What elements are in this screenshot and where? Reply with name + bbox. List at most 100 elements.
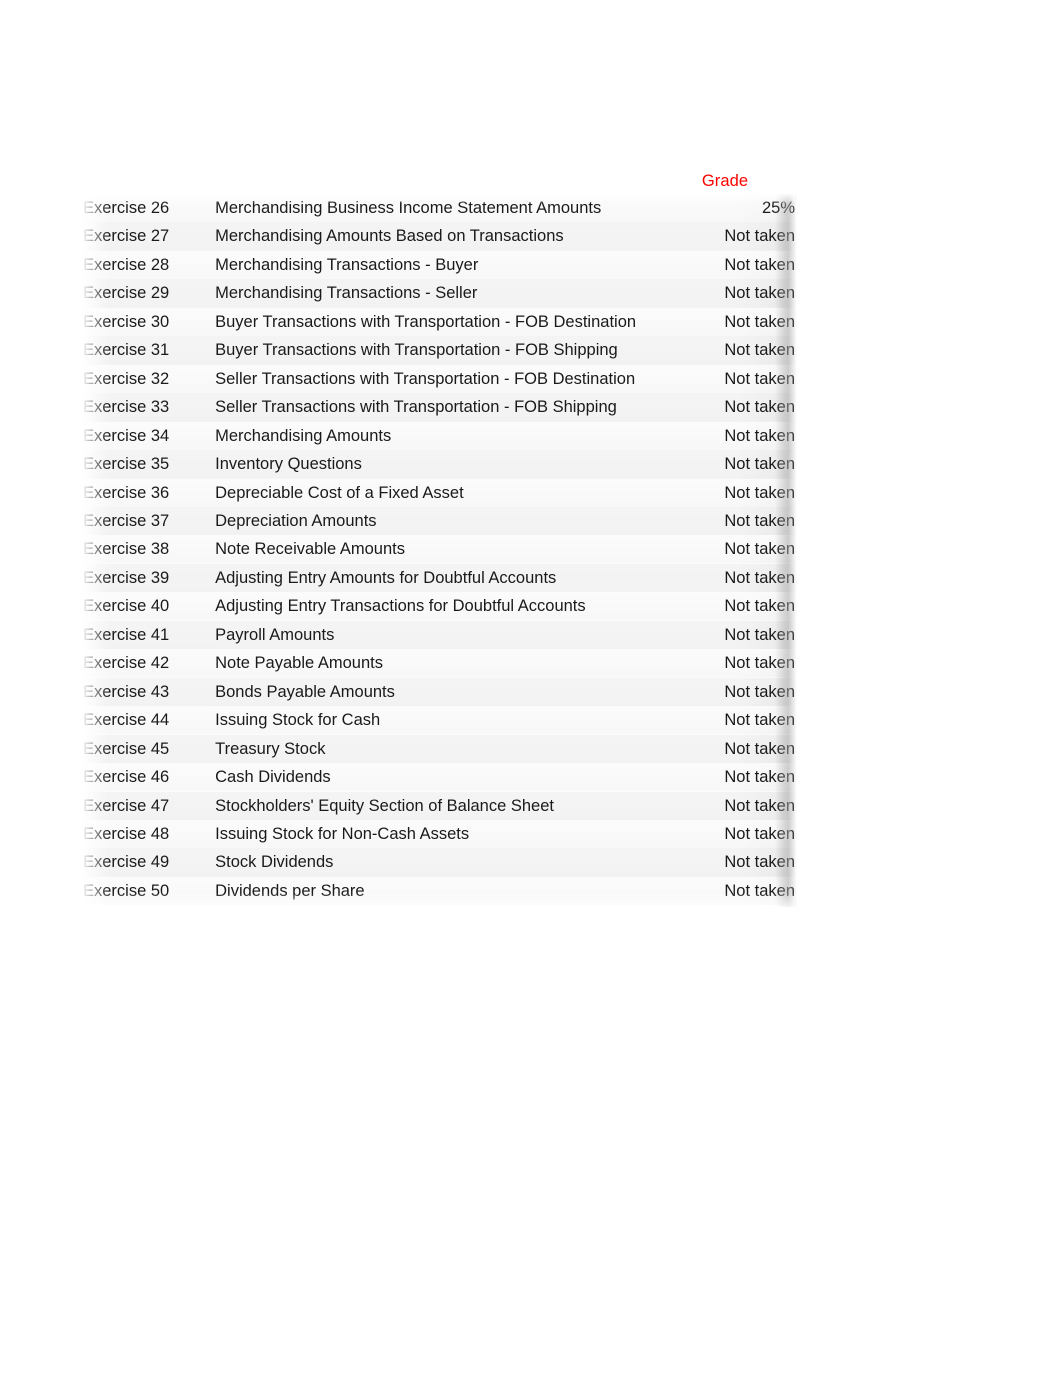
exercise-grade-cell: Not taken: [724, 255, 795, 274]
exercise-id-cell: Exercise 39: [83, 568, 170, 587]
exercise-grade-cell: Not taken: [724, 881, 795, 900]
exercise-title-cell[interactable]: Bonds Payable Amounts: [215, 678, 712, 706]
table-row[interactable]: Exercise 48 Issuing Stock for Non-Cash As…: [83, 819, 795, 849]
table-row[interactable]: Exercise 32 Seller Transactions with Tran…: [83, 364, 795, 394]
exercise-title-cell: Seller Transactions with Transportation …: [215, 369, 636, 388]
exercise-grade-cell: Not taken: [724, 312, 795, 331]
exercise-id-cell: Exercise 32: [83, 369, 170, 388]
table-row[interactable]: Exercise 37 Depreciation Amounts Not taken: [83, 506, 795, 536]
table-row[interactable]: Exercise 40 Adjusting Entry Transactions …: [83, 592, 795, 621]
exercise-id-cell: Exercise 29: [83, 284, 170, 303]
page-canvas: Grade Exercise 26 Merchandising Business …: [0, 0, 1062, 1376]
exercise-id-cell: Exercise 45: [83, 739, 170, 758]
exercise-id-cell: Exercise 44: [83, 711, 170, 730]
table-row[interactable]: Exercise 39 Adjusting Entry Amounts for D…: [83, 563, 795, 593]
table-row[interactable]: Exercise 50 Dividends per Share Not taken: [83, 876, 795, 906]
exercise-table-body: Exercise 26 Merchandising Business Income…: [83, 194, 795, 906]
exercise-id-cell: Exercise 27: [83, 227, 170, 246]
table-row[interactable]: Exercise 43 Bonds Payable Amounts Not take…: [83, 677, 795, 707]
exercise-title-cell: Merchandising Amounts: [215, 426, 392, 445]
exercise-grade-cell: Not taken: [724, 739, 795, 758]
exercise-grade-cell: Not taken: [724, 511, 795, 530]
exercise-title-cell: Merchandising Transactions - Buyer: [215, 255, 479, 274]
exercise-grade-cell: Not taken: [724, 796, 795, 815]
exercise-id-cell: Exercise 34: [83, 426, 170, 445]
exercise-grade-cell: Not taken: [724, 540, 795, 559]
exercise-grade-cell: Not taken: [724, 369, 795, 388]
exercise-title-cell: Treasury Stock: [215, 739, 326, 758]
table-row[interactable]: Exercise 35 Inventory Questions Not taken: [83, 450, 795, 479]
exercise-grade-cell: Not taken: [724, 227, 795, 246]
exercise-title-cell: Adjusting Entry Transactions for Doubtfu…: [215, 597, 586, 616]
exercise-title-cell: Note Payable Amounts: [215, 654, 383, 673]
exercise-id-cell: Exercise 33: [83, 398, 170, 417]
exercise-title-cell: Issuing Stock for Cash: [215, 711, 381, 730]
table-row[interactable]: Exercise 26 Merchandising Business Income…: [83, 194, 795, 223]
exercise-grade-cell: Not taken: [724, 853, 795, 872]
exercise-grade-cell: Not taken: [724, 284, 795, 303]
exercise-title-cell: Buyer Transactions with Transportation -…: [215, 312, 637, 331]
exercise-title-cell: Merchandising Business Income Statement …: [215, 199, 602, 217]
exercise-id-cell: Exercise 26: [83, 199, 170, 217]
exercise-grade-cell: Not taken: [724, 654, 795, 673]
exercise-id-cell: Exercise 40: [83, 597, 170, 616]
exercise-title-cell: Note Receivable Amounts: [215, 540, 405, 559]
table-row[interactable]: Exercise 36 Depreciable Cost of a Fixed A…: [83, 478, 795, 507]
exercise-title-cell: Buyer Transactions with Transportation -…: [215, 341, 618, 360]
table-row[interactable]: Exercise 29 Merchandising Transactions - …: [83, 279, 795, 308]
table-row[interactable]: Exercise 46 Cash Dividends Not taken: [83, 763, 795, 792]
table-row[interactable]: Exercise 30 Buyer Transactions with Trans…: [83, 307, 795, 337]
exercise-id-cell[interactable]: Exercise 43: [83, 678, 215, 706]
table-row[interactable]: Exercise 49 Stock Dividends Not taken: [83, 848, 795, 877]
exercise-id-cell: Exercise 35: [83, 455, 170, 474]
table-row[interactable]: Exercise 47 Stockholders' Equity Section …: [83, 791, 795, 820]
exercise-grade-cell: Not taken: [724, 341, 795, 360]
table-row[interactable]: Exercise 28 Merchandising Transactions - …: [83, 250, 795, 280]
table-row[interactable]: Exercise 34 Merchandising Amounts Not take…: [83, 421, 795, 451]
exercise-title-cell: Depreciable Cost of a Fixed Asset: [215, 483, 464, 502]
table-row[interactable]: Exercise 33 Seller Transactions with Tran…: [83, 393, 795, 422]
exercise-title-cell: Seller Transactions with Transportation …: [215, 398, 617, 417]
exercise-title-cell[interactable]: Stock Dividends: [215, 848, 712, 876]
exercise-id-cell: Exercise 37: [83, 511, 170, 530]
exercise-title-cell: Merchandising Amounts Based on Transacti…: [215, 227, 564, 246]
exercise-id-cell: Exercise 42: [83, 654, 170, 673]
exercise-title-cell: Dividends per Share: [215, 881, 365, 900]
exercise-id-cell[interactable]: Exercise 49: [83, 848, 215, 876]
exercise-grade-cell: Not taken: [724, 711, 795, 730]
exercise-id-cell: Exercise 28: [83, 255, 170, 274]
table-row[interactable]: Exercise 44 Issuing Stock for Cash Not tak…: [83, 706, 795, 735]
exercise-grade-cell: Not taken: [724, 597, 795, 616]
exercise-grade-cell: Not taken: [724, 455, 795, 474]
exercise-id-cell: Exercise 46: [83, 768, 170, 787]
exercise-grade-cell: 25%: [761, 199, 795, 217]
exercise-grade-cell: Not taken: [724, 568, 795, 587]
table-row[interactable]: Exercise 41 Payroll Amounts Not taken: [83, 620, 795, 650]
table-row[interactable]: Exercise 27 Merchandising Amounts Based o…: [83, 222, 795, 251]
exercise-title-cell: Stockholders' Equity Section of Balance …: [215, 796, 554, 815]
exercise-grade-cell: Not taken: [724, 625, 795, 644]
exercise-grade-cell: Not taken: [724, 682, 795, 701]
exercise-id-cell: Exercise 31: [83, 341, 170, 360]
grade-column-header: Grade: [701, 172, 749, 190]
exercise-id-cell: Exercise 30: [83, 312, 170, 331]
exercise-id-cell: Exercise 36: [83, 483, 170, 502]
table-row[interactable]: Exercise 38 Note Receivable Amounts Not ta…: [83, 535, 795, 564]
exercise-title-cell[interactable]: Payroll Amounts: [215, 621, 712, 649]
exercise-title-cell: Issuing Stock for Non-Cash Assets: [215, 824, 470, 843]
table-row[interactable]: Exercise 31 Buyer Transactions with Trans…: [83, 336, 795, 365]
exercise-id-cell: Exercise 48: [83, 824, 170, 843]
exercise-id-cell: Exercise 47: [83, 796, 170, 815]
exercise-grade-cell: Not taken: [724, 483, 795, 502]
exercise-id-cell: Exercise 50: [83, 881, 170, 900]
exercise-grade-cell: Not taken: [724, 398, 795, 417]
table-row[interactable]: Exercise 42 Note Payable Amounts Not taken: [83, 649, 795, 678]
exercise-title-cell: Merchandising Transactions - Seller: [215, 284, 478, 303]
exercise-title-cell: Inventory Questions: [215, 455, 362, 474]
exercise-grade-table: Exercise 26 Merchandising Business Income…: [83, 194, 795, 906]
exercise-grade-cell: Not taken: [724, 426, 795, 445]
table-row[interactable]: Exercise 45 Treasury Stock Not taken: [83, 734, 795, 764]
exercise-title-cell: Cash Dividends: [215, 768, 331, 787]
exercise-id-cell[interactable]: Exercise 41: [83, 621, 215, 649]
exercise-title-cell: Adjusting Entry Amounts for Doubtful Acc…: [215, 568, 557, 587]
